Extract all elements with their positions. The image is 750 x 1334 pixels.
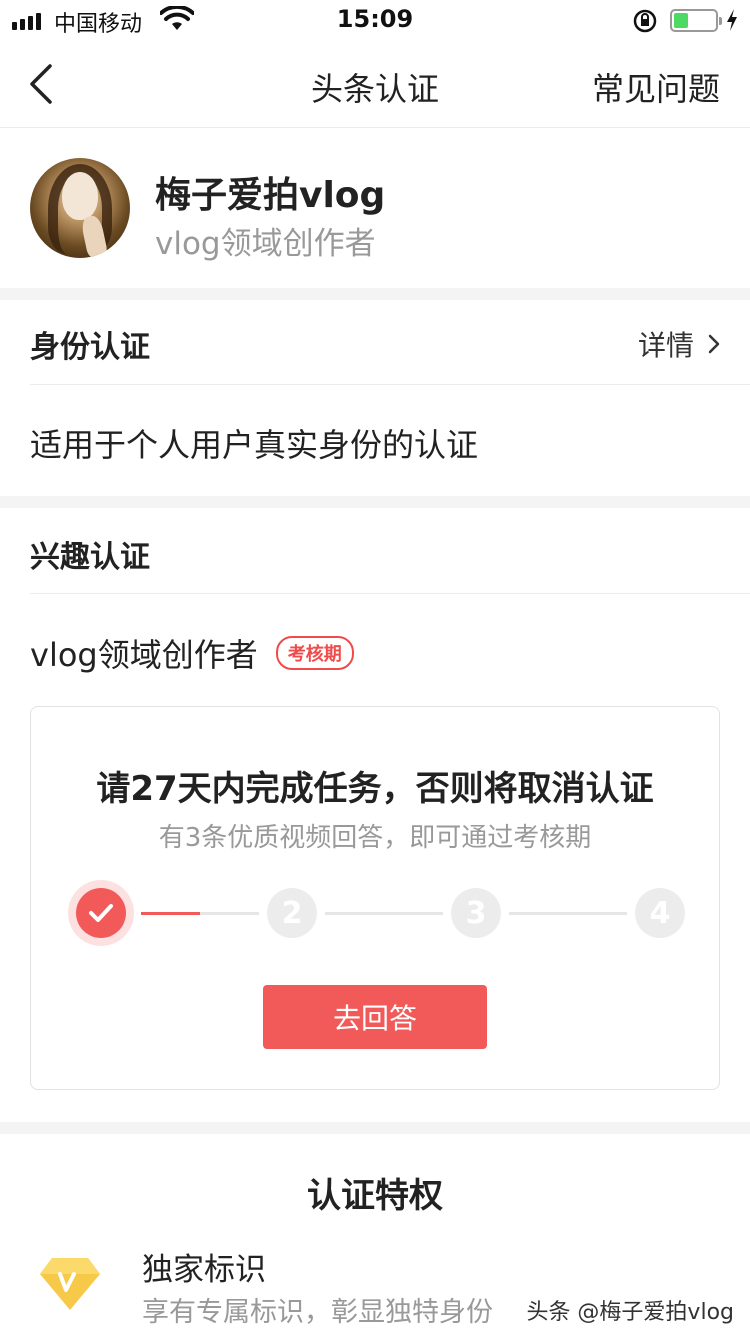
interest-section-title: 兴趣认证 <box>30 540 150 575</box>
interest-label: vlog领域创作者 <box>30 636 258 674</box>
identity-detail-label: 详情 <box>637 329 694 362</box>
divider <box>30 384 750 385</box>
profile-name: 梅子爱拍vlog <box>155 175 386 216</box>
step-progress <box>141 912 200 915</box>
identity-description: 适用于个人用户真实身份的认证 <box>30 426 479 464</box>
section-divider <box>0 1122 750 1134</box>
profile-subtitle: vlog领域创作者 <box>155 226 376 262</box>
status-bar: 中国移动 15:09 <box>0 0 750 40</box>
step-connector <box>141 912 259 915</box>
task-card: 请27天内完成任务，否则将取消认证 有3条优质视频回答，即可通过考核期 2 3 … <box>30 706 720 1090</box>
step-connector <box>325 912 443 915</box>
faq-button[interactable]: 常见问题 <box>592 64 720 110</box>
diamond-v-icon <box>40 1258 100 1310</box>
identity-detail-link[interactable]: 详情 <box>638 324 720 364</box>
interest-row: vlog领域创作者 考核期 <box>30 630 354 676</box>
step-1-done <box>76 888 126 938</box>
privilege-name: 独家标识 <box>142 1252 266 1288</box>
nav-bar: 头条认证 常见问题 <box>0 40 750 128</box>
step-4: 4 <box>635 888 685 938</box>
check-icon <box>89 904 113 922</box>
battery-level <box>674 13 688 28</box>
task-title: 请27天内完成任务，否则将取消认证 <box>96 769 654 809</box>
divider <box>30 593 750 594</box>
charging-icon <box>727 9 737 31</box>
progress-steps: 2 3 4 <box>31 883 719 943</box>
answer-button[interactable]: 去回答 <box>263 985 487 1049</box>
watermark: 头条 @梅子爱拍vlog <box>526 1294 734 1326</box>
orientation-lock-icon <box>633 9 657 33</box>
section-divider <box>0 288 750 300</box>
step-3: 3 <box>451 888 501 938</box>
status-badge: 考核期 <box>275 636 354 670</box>
task-subtitle: 有3条优质视频回答，即可通过考核期 <box>158 823 592 853</box>
battery-icon <box>670 9 722 32</box>
profile-header: 梅子爱拍vlog vlog领域创作者 <box>0 128 750 288</box>
privilege-description: 享有专属标识，彰显独特身份 <box>142 1297 493 1328</box>
section-divider <box>0 496 750 508</box>
step-connector <box>509 912 627 915</box>
identity-section-title: 身份认证 <box>30 330 150 365</box>
privileges-title: 认证特权 <box>307 1176 443 1216</box>
chevron-right-icon <box>708 334 720 354</box>
avatar[interactable] <box>30 158 130 258</box>
step-2: 2 <box>267 888 317 938</box>
